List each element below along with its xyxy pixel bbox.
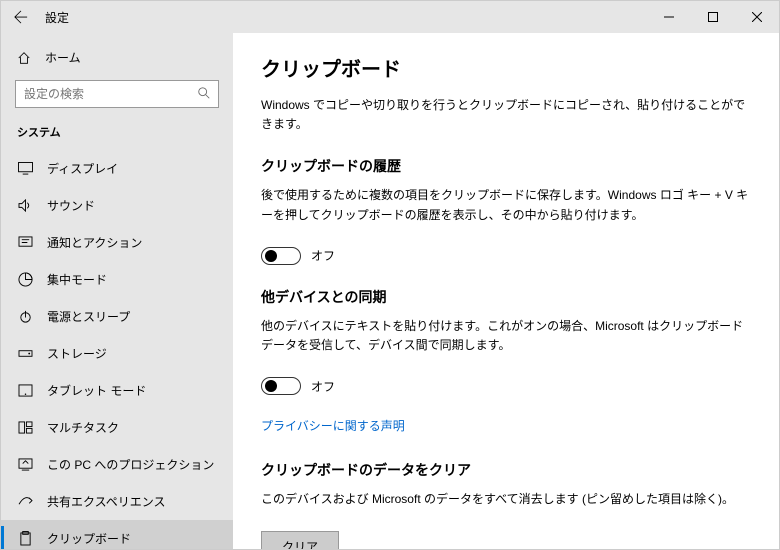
sidebar-item-sound[interactable]: サウンド — [1, 187, 233, 224]
sidebar-item-label: 共有エクスペリエンス — [47, 493, 166, 510]
window-controls — [647, 1, 779, 33]
sidebar-item-label: タブレット モード — [47, 382, 146, 399]
sidebar-item-projection[interactable]: この PC へのプロジェクション — [1, 446, 233, 483]
focus-icon — [17, 272, 33, 287]
section-sync-desc: 他のデバイスにテキストを貼り付けます。これがオンの場合、Microsoft はク… — [261, 317, 749, 355]
sidebar-item-notifications[interactable]: 通知とアクション — [1, 224, 233, 261]
storage-icon — [17, 347, 33, 360]
sidebar-category: システム — [1, 118, 233, 150]
section-history-heading: クリップボードの履歴 — [261, 156, 749, 176]
sidebar-item-label: 集中モード — [47, 271, 107, 288]
page-title: クリップボード — [261, 53, 749, 82]
sidebar-item-label: マルチタスク — [47, 419, 119, 436]
section-sync-heading: 他デバイスとの同期 — [261, 287, 749, 307]
toggle-knob — [265, 250, 277, 262]
projection-icon — [17, 458, 33, 471]
sidebar-item-clipboard[interactable]: クリップボード — [1, 520, 233, 549]
sync-toggle[interactable] — [261, 377, 301, 395]
sidebar-item-focus[interactable]: 集中モード — [1, 261, 233, 298]
sidebar-item-shared[interactable]: 共有エクスペリエンス — [1, 483, 233, 520]
section-history-desc: 後で使用するために複数の項目をクリップボードに保存します。Windows ロゴ … — [261, 186, 749, 224]
sidebar-item-tablet[interactable]: タブレット モード — [1, 372, 233, 409]
close-button[interactable] — [735, 1, 779, 33]
sidebar-item-label: 電源とスリープ — [47, 308, 130, 325]
close-icon — [752, 12, 762, 22]
sidebar-home-label: ホーム — [45, 49, 81, 66]
sidebar-item-label: 通知とアクション — [47, 234, 142, 251]
body: ホーム システム ディスプレイ サウンド — [1, 33, 779, 549]
section-clear-desc: このデバイスおよび Microsoft のデータをすべて消去します (ピン留めし… — [261, 490, 749, 509]
sidebar-item-label: ディスプレイ — [47, 160, 118, 177]
clipboard-icon — [17, 531, 33, 546]
minimize-icon — [664, 12, 674, 22]
sidebar: ホーム システム ディスプレイ サウンド — [1, 33, 233, 549]
sidebar-item-power[interactable]: 電源とスリープ — [1, 298, 233, 335]
sidebar-home[interactable]: ホーム — [1, 41, 233, 74]
multitask-icon — [17, 421, 33, 434]
search-input[interactable] — [15, 80, 219, 108]
history-toggle-row: オフ — [261, 247, 749, 265]
sidebar-item-multitask[interactable]: マルチタスク — [1, 409, 233, 446]
maximize-icon — [708, 12, 718, 22]
power-icon — [17, 309, 33, 324]
share-icon — [17, 495, 33, 508]
history-toggle-label: オフ — [311, 247, 335, 264]
sidebar-nav: ディスプレイ サウンド 通知とアクション 集中モード 電源とスリープ — [1, 150, 233, 549]
toggle-knob — [265, 380, 277, 392]
back-button[interactable] — [1, 10, 41, 24]
sidebar-item-label: サウンド — [47, 197, 95, 214]
display-icon — [17, 162, 33, 175]
maximize-button[interactable] — [691, 1, 735, 33]
history-toggle[interactable] — [261, 247, 301, 265]
sound-icon — [17, 199, 33, 212]
sidebar-item-label: ストレージ — [47, 345, 107, 362]
sync-toggle-row: オフ — [261, 377, 749, 395]
clear-button[interactable]: クリア — [261, 531, 339, 549]
minimize-button[interactable] — [647, 1, 691, 33]
sidebar-item-label: クリップボード — [47, 530, 131, 547]
sidebar-item-label: この PC へのプロジェクション — [47, 456, 214, 473]
home-icon — [17, 51, 31, 65]
notification-icon — [17, 236, 33, 249]
window-title: 設定 — [45, 9, 69, 26]
privacy-link[interactable]: プライバシーに関する声明 — [261, 417, 405, 434]
search-box — [15, 80, 219, 108]
sidebar-item-storage[interactable]: ストレージ — [1, 335, 233, 372]
sync-toggle-label: オフ — [311, 378, 335, 395]
page-intro: Windows でコピーや切り取りを行うとクリップボードにコピーされ、貼り付ける… — [261, 96, 749, 134]
tablet-icon — [17, 384, 33, 397]
search-icon — [197, 86, 211, 100]
titlebar: 設定 — [1, 1, 779, 33]
settings-window: 設定 ホーム — [0, 0, 780, 550]
section-clear-heading: クリップボードのデータをクリア — [261, 460, 749, 480]
arrow-left-icon — [14, 10, 28, 24]
content-pane: クリップボード Windows でコピーや切り取りを行うとクリップボードにコピー… — [233, 33, 779, 549]
sidebar-item-display[interactable]: ディスプレイ — [1, 150, 233, 187]
